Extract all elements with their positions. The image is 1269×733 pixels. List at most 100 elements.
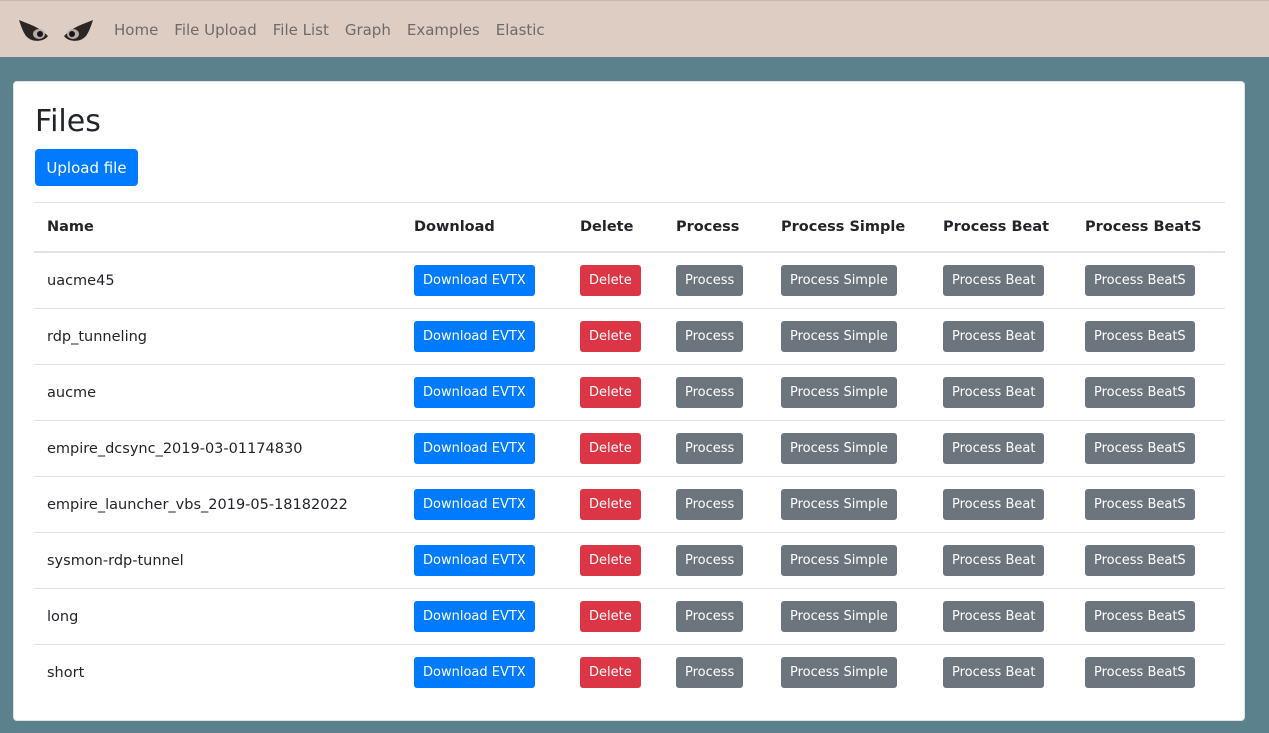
header-process: Process xyxy=(663,202,768,253)
process-simple-cell: Process Simple xyxy=(768,252,930,309)
process-beat-cell: Process Beat xyxy=(930,588,1072,645)
table-row: aucme Download EVTX Delete Process Process S… xyxy=(34,364,1225,421)
process-button[interactable]: Process xyxy=(676,657,744,688)
process-button[interactable]: Process xyxy=(676,265,744,296)
download-evtx-button[interactable]: Download EVTX xyxy=(414,265,535,296)
header-name: Name xyxy=(34,202,401,253)
process-button[interactable]: Process xyxy=(676,601,744,632)
delete-cell: Delete xyxy=(567,364,663,421)
process-beat-cell: Process Beat xyxy=(930,308,1072,365)
delete-button[interactable]: Delete xyxy=(580,657,641,688)
process-simple-button[interactable]: Process Simple xyxy=(781,265,897,296)
process-beats-cell: Process BeatS xyxy=(1072,588,1225,645)
download-evtx-button[interactable]: Download EVTX xyxy=(414,657,535,688)
download-evtx-cell: Download EVTX xyxy=(401,308,567,365)
process-simple-button[interactable]: Process Simple xyxy=(781,321,897,352)
header-delete: Delete xyxy=(567,202,663,253)
download-evtx-cell: Download EVTX xyxy=(401,532,567,589)
delete-button[interactable]: Delete xyxy=(580,377,641,408)
process-button[interactable]: Process xyxy=(676,433,744,464)
delete-cell: Delete xyxy=(567,645,663,701)
download-evtx-button[interactable]: Download EVTX xyxy=(414,601,535,632)
process-simple-cell: Process Simple xyxy=(768,532,930,589)
process-button[interactable]: Process xyxy=(676,377,744,408)
process-beat-button[interactable]: Process Beat xyxy=(943,265,1045,296)
delete-button[interactable]: Delete xyxy=(580,321,641,352)
process-beats-button[interactable]: Process BeatS xyxy=(1085,377,1195,408)
delete-button[interactable]: Delete xyxy=(580,433,641,464)
download-evtx-button[interactable]: Download EVTX xyxy=(414,321,535,352)
process-simple-button[interactable]: Process Simple xyxy=(781,377,897,408)
process-beats-cell: Process BeatS xyxy=(1072,420,1225,477)
process-beat-button[interactable]: Process Beat xyxy=(943,489,1045,520)
process-beats-button[interactable]: Process BeatS xyxy=(1085,545,1195,576)
file-name: long xyxy=(34,588,401,645)
process-beats-button[interactable]: Process BeatS xyxy=(1085,265,1195,296)
table-row: short Download EVTX Delete Process Process S… xyxy=(34,645,1225,701)
process-simple-button[interactable]: Process Simple xyxy=(781,601,897,632)
table-row: sysmon-rdp-tunnel Download EVTX Delete Proc… xyxy=(34,532,1225,589)
files-table: Name Download Delete Process Process Sim… xyxy=(34,202,1225,700)
process-cell: Process xyxy=(663,420,768,477)
process-beats-cell: Process BeatS xyxy=(1072,308,1225,365)
process-simple-button[interactable]: Process Simple xyxy=(781,489,897,520)
nav-examples[interactable]: Examples xyxy=(407,21,480,39)
process-beat-cell: Process Beat xyxy=(930,364,1072,421)
process-simple-button[interactable]: Process Simple xyxy=(781,545,897,576)
process-beats-cell: Process BeatS xyxy=(1072,645,1225,701)
nav-elastic[interactable]: Elastic xyxy=(496,21,545,39)
process-simple-button[interactable]: Process Simple xyxy=(781,433,897,464)
nav-file-list[interactable]: File List xyxy=(273,21,329,39)
download-evtx-button[interactable]: Download EVTX xyxy=(414,545,535,576)
process-beat-cell: Process Beat xyxy=(930,252,1072,309)
process-cell: Process xyxy=(663,476,768,533)
upload-file-button[interactable]: Upload file xyxy=(35,149,138,186)
delete-button[interactable]: Delete xyxy=(580,601,641,632)
process-beats-button[interactable]: Process BeatS xyxy=(1085,601,1195,632)
nav-graph[interactable]: Graph xyxy=(345,21,391,39)
table-row: uacme45 Download EVTX Delete Process Process… xyxy=(34,252,1225,309)
download-evtx-cell: Download EVTX xyxy=(401,476,567,533)
header-process-beats: Process BeatS xyxy=(1072,202,1225,253)
process-beat-button[interactable]: Process Beat xyxy=(943,601,1045,632)
process-simple-button[interactable]: Process Simple xyxy=(781,657,897,688)
download-evtx-button[interactable]: Download EVTX xyxy=(414,489,535,520)
process-simple-cell: Process Simple xyxy=(768,420,930,477)
process-beat-button[interactable]: Process Beat xyxy=(943,377,1045,408)
table-header-row: Name Download Delete Process Process Sim… xyxy=(34,202,1225,253)
delete-cell: Delete xyxy=(567,420,663,477)
process-beat-button[interactable]: Process Beat xyxy=(943,545,1045,576)
download-evtx-button[interactable]: Download EVTX xyxy=(414,377,535,408)
table-row: rdp_tunneling Download EVTX Delete Process P… xyxy=(34,308,1225,365)
process-beats-button[interactable]: Process BeatS xyxy=(1085,657,1195,688)
delete-button[interactable]: Delete xyxy=(580,545,641,576)
process-beats-button[interactable]: Process BeatS xyxy=(1085,433,1195,464)
delete-button[interactable]: Delete xyxy=(580,265,641,296)
process-beat-button[interactable]: Process Beat xyxy=(943,321,1045,352)
process-cell: Process xyxy=(663,532,768,589)
download-evtx-cell: Download EVTX xyxy=(401,420,567,477)
download-evtx-cell: Download EVTX xyxy=(401,588,567,645)
delete-cell: Delete xyxy=(567,252,663,309)
process-beats-button[interactable]: Process BeatS xyxy=(1085,489,1195,520)
download-evtx-button[interactable]: Download EVTX xyxy=(414,433,535,464)
process-simple-cell: Process Simple xyxy=(768,476,930,533)
table-row: empire_dcsync_2019-03-01174830 Download E… xyxy=(34,420,1225,477)
process-beats-button[interactable]: Process BeatS xyxy=(1085,321,1195,352)
page-title: Files xyxy=(35,104,101,139)
nav-file-upload[interactable]: File Upload xyxy=(174,21,256,39)
owl-eyes-icon[interactable] xyxy=(18,16,94,46)
process-beat-button[interactable]: Process Beat xyxy=(943,657,1045,688)
process-button[interactable]: Process xyxy=(676,321,744,352)
process-button[interactable]: Process xyxy=(676,489,744,520)
process-beats-cell: Process BeatS xyxy=(1072,532,1225,589)
file-name: uacme45 xyxy=(34,252,401,309)
process-button[interactable]: Process xyxy=(676,545,744,576)
navbar: Home File Upload File List Graph Example… xyxy=(0,0,1269,57)
nav-home[interactable]: Home xyxy=(114,21,158,39)
process-beat-button[interactable]: Process Beat xyxy=(943,433,1045,464)
process-cell: Process xyxy=(663,252,768,309)
download-evtx-cell: Download EVTX xyxy=(401,645,567,701)
files-card: Files Upload file Name Download Delete P… xyxy=(13,81,1245,721)
delete-button[interactable]: Delete xyxy=(580,489,641,520)
